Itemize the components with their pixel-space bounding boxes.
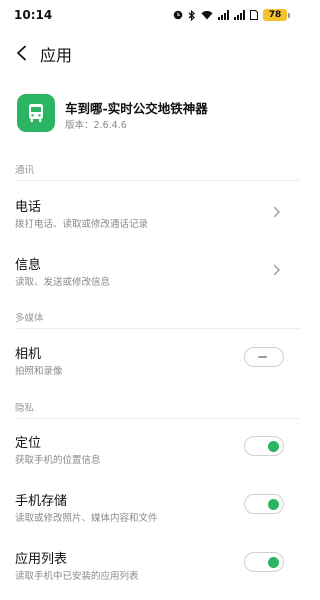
permission-row-phone[interactable]: 电话 拨打电话、读取或修改通话记录: [0, 196, 300, 242]
permission-title: 手机存储: [15, 494, 68, 509]
app-name: 车到哪-实时公交地铁神器: [65, 101, 208, 116]
divider: [15, 418, 300, 419]
chevron-right-icon: [272, 205, 282, 219]
location-toggle[interactable]: [244, 436, 284, 456]
toggle-knob: [268, 557, 279, 568]
bluetooth-icon: [188, 9, 196, 21]
permission-title: 定位: [15, 436, 42, 451]
page-title: 应用: [40, 46, 73, 65]
back-arrow-icon[interactable]: [10, 42, 32, 64]
divider: [15, 328, 300, 329]
permission-desc: 获取手机的位置信息: [15, 455, 101, 466]
battery-level: 78: [263, 9, 287, 21]
camera-toggle[interactable]: [244, 347, 284, 367]
permission-title: 相机: [15, 347, 42, 362]
permission-title: 信息: [15, 258, 42, 273]
app-info: 车到哪-实时公交地铁神器 版本：2.6.4.6: [0, 88, 300, 138]
permission-row-app-list: 应用列表 读取手机中已安装的应用列表: [0, 548, 300, 594]
permission-desc: 读取手机中已安装的应用列表: [15, 571, 139, 582]
divider: [15, 180, 300, 181]
permission-title: 电话: [15, 200, 42, 215]
status-time: 10:14: [14, 8, 53, 22]
permission-title: 应用列表: [15, 552, 68, 567]
bus-icon: [17, 94, 55, 132]
battery-icon: 78: [263, 9, 290, 21]
toggle-knob: [268, 441, 279, 452]
permission-row-storage: 手机存储 读取或修改照片、媒体内容和文件: [0, 490, 300, 536]
permission-desc: 读取、发送或修改信息: [15, 277, 111, 288]
clock-icon: [173, 10, 183, 20]
app-permissions-screen: 10:14 78 应用 车到哪-实时公交地铁神器 版本：2.6.4.6 通讯 电…: [0, 0, 300, 600]
status-icons: 78: [173, 8, 290, 22]
permission-row-messages[interactable]: 信息 读取、发送或修改信息: [0, 254, 300, 300]
storage-toggle[interactable]: [244, 494, 284, 514]
section-header-multimedia: 多媒体: [15, 313, 44, 324]
signal-icon: [218, 10, 229, 20]
permission-desc: 读取或修改照片、媒体内容和文件: [15, 513, 158, 524]
permission-desc: 拍照和录像: [15, 366, 63, 377]
toggle-knob: [268, 499, 279, 510]
permission-row-camera: 相机 拍照和录像: [0, 343, 300, 389]
chevron-right-icon: [272, 263, 282, 277]
signal-icon: [234, 10, 245, 20]
status-bar: 10:14 78: [0, 0, 300, 30]
header: 应用: [0, 30, 300, 76]
app-list-toggle[interactable]: [244, 552, 284, 572]
section-header-communication: 通讯: [15, 165, 35, 176]
permission-row-location: 定位 获取手机的位置信息: [0, 432, 300, 478]
sim-icon: [250, 10, 258, 20]
permission-desc: 拨打电话、读取或修改通话记录: [15, 219, 149, 230]
section-header-privacy: 隐私: [15, 403, 35, 414]
app-version: 版本：2.6.4.6: [65, 120, 127, 131]
wifi-icon: [201, 10, 213, 20]
